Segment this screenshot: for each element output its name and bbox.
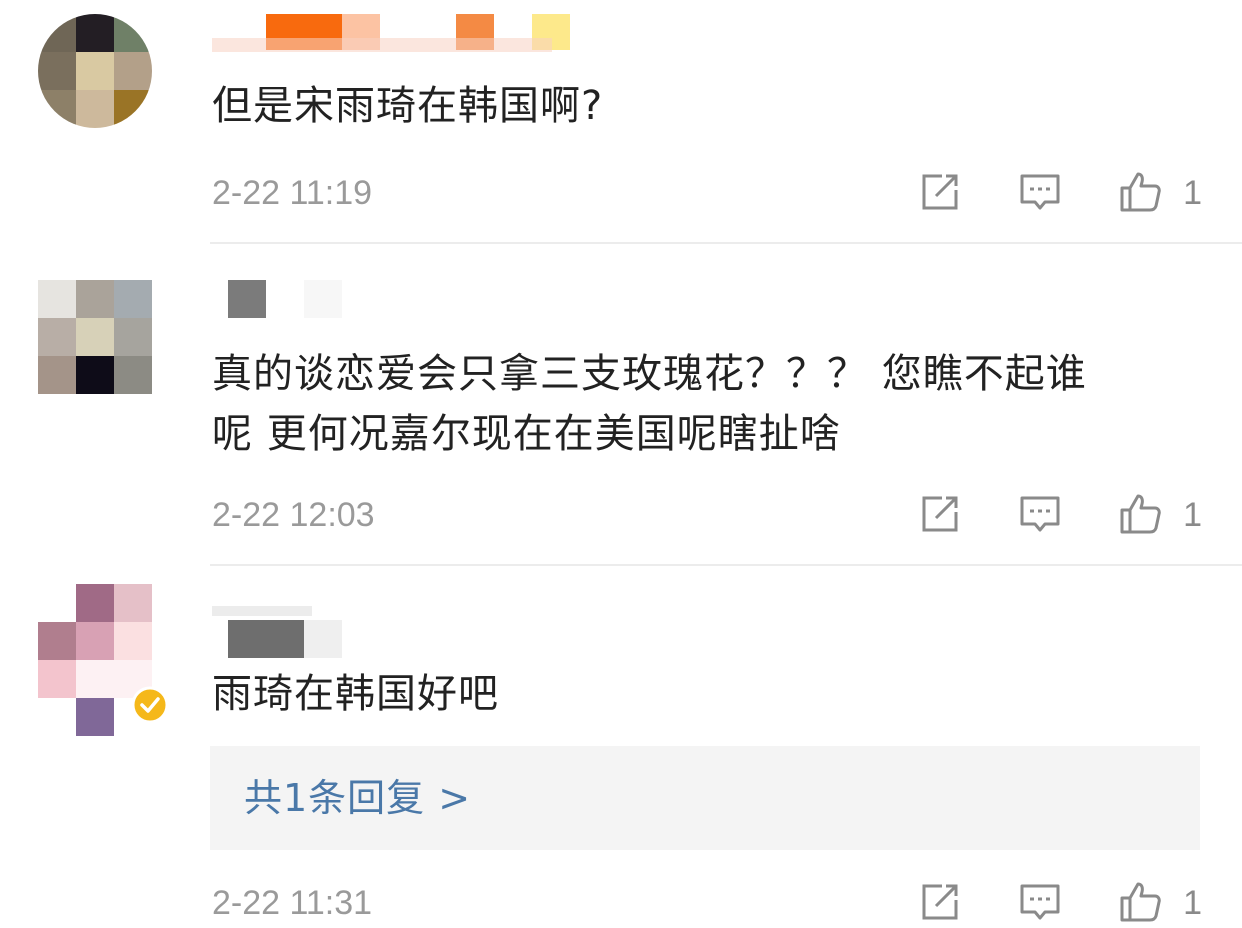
comment-meta: 2-22 11:31 1 [212,878,1202,928]
like-count[interactable]: 1 [1183,174,1202,212]
verified-badge-icon [131,686,169,724]
timestamp: 2-22 11:31 [212,884,373,922]
timestamp: 2-22 11:19 [212,174,373,212]
like-count[interactable]: 1 [1183,884,1202,922]
share-icon[interactable] [918,880,962,924]
avatar[interactable] [38,14,152,128]
timestamp: 2-22 12:03 [212,496,375,534]
share-icon[interactable] [918,492,962,536]
comment-meta: 2-22 12:03 1 [212,490,1202,540]
avatar[interactable] [38,280,152,394]
reply-summary-box[interactable]: 共1条回复 > [210,746,1200,850]
username-obscured[interactable] [212,280,352,320]
comment-item: 但是宋雨琦在韩国啊? 2-22 11:19 1 [0,0,1242,244]
username-obscured[interactable] [212,14,572,54]
username-obscured[interactable] [212,606,352,658]
comment-icon[interactable] [1018,170,1062,214]
comment-item: 真的谈恋爱会只拿三支玫瑰花？？？ 您瞧不起谁 呢 更何况嘉尔现在在美国呢瞎扯啥 … [0,244,1242,566]
comment-icon[interactable] [1018,492,1062,536]
comment-text: 但是宋雨琦在韩国啊? [212,83,604,129]
comment-item: 雨琦在韩国好吧 共1条回复 > 2-22 11:31 1 [0,566,1242,926]
thumbs-up-icon[interactable] [1118,880,1162,924]
comment-text: 雨琦在韩国好吧 [212,671,499,717]
thumbs-up-icon[interactable] [1118,492,1162,536]
comment-meta: 2-22 11:19 1 [212,168,1202,218]
comment-text: 真的谈恋爱会只拿三支玫瑰花？？？ 您瞧不起谁 呢 更何况嘉尔现在在美国呢瞎扯啥 [212,351,1087,457]
view-replies-link[interactable]: 共1条回复 > [244,772,471,824]
thumbs-up-icon[interactable] [1118,170,1162,214]
like-count[interactable]: 1 [1183,496,1202,534]
share-icon[interactable] [918,170,962,214]
comment-icon[interactable] [1018,880,1062,924]
